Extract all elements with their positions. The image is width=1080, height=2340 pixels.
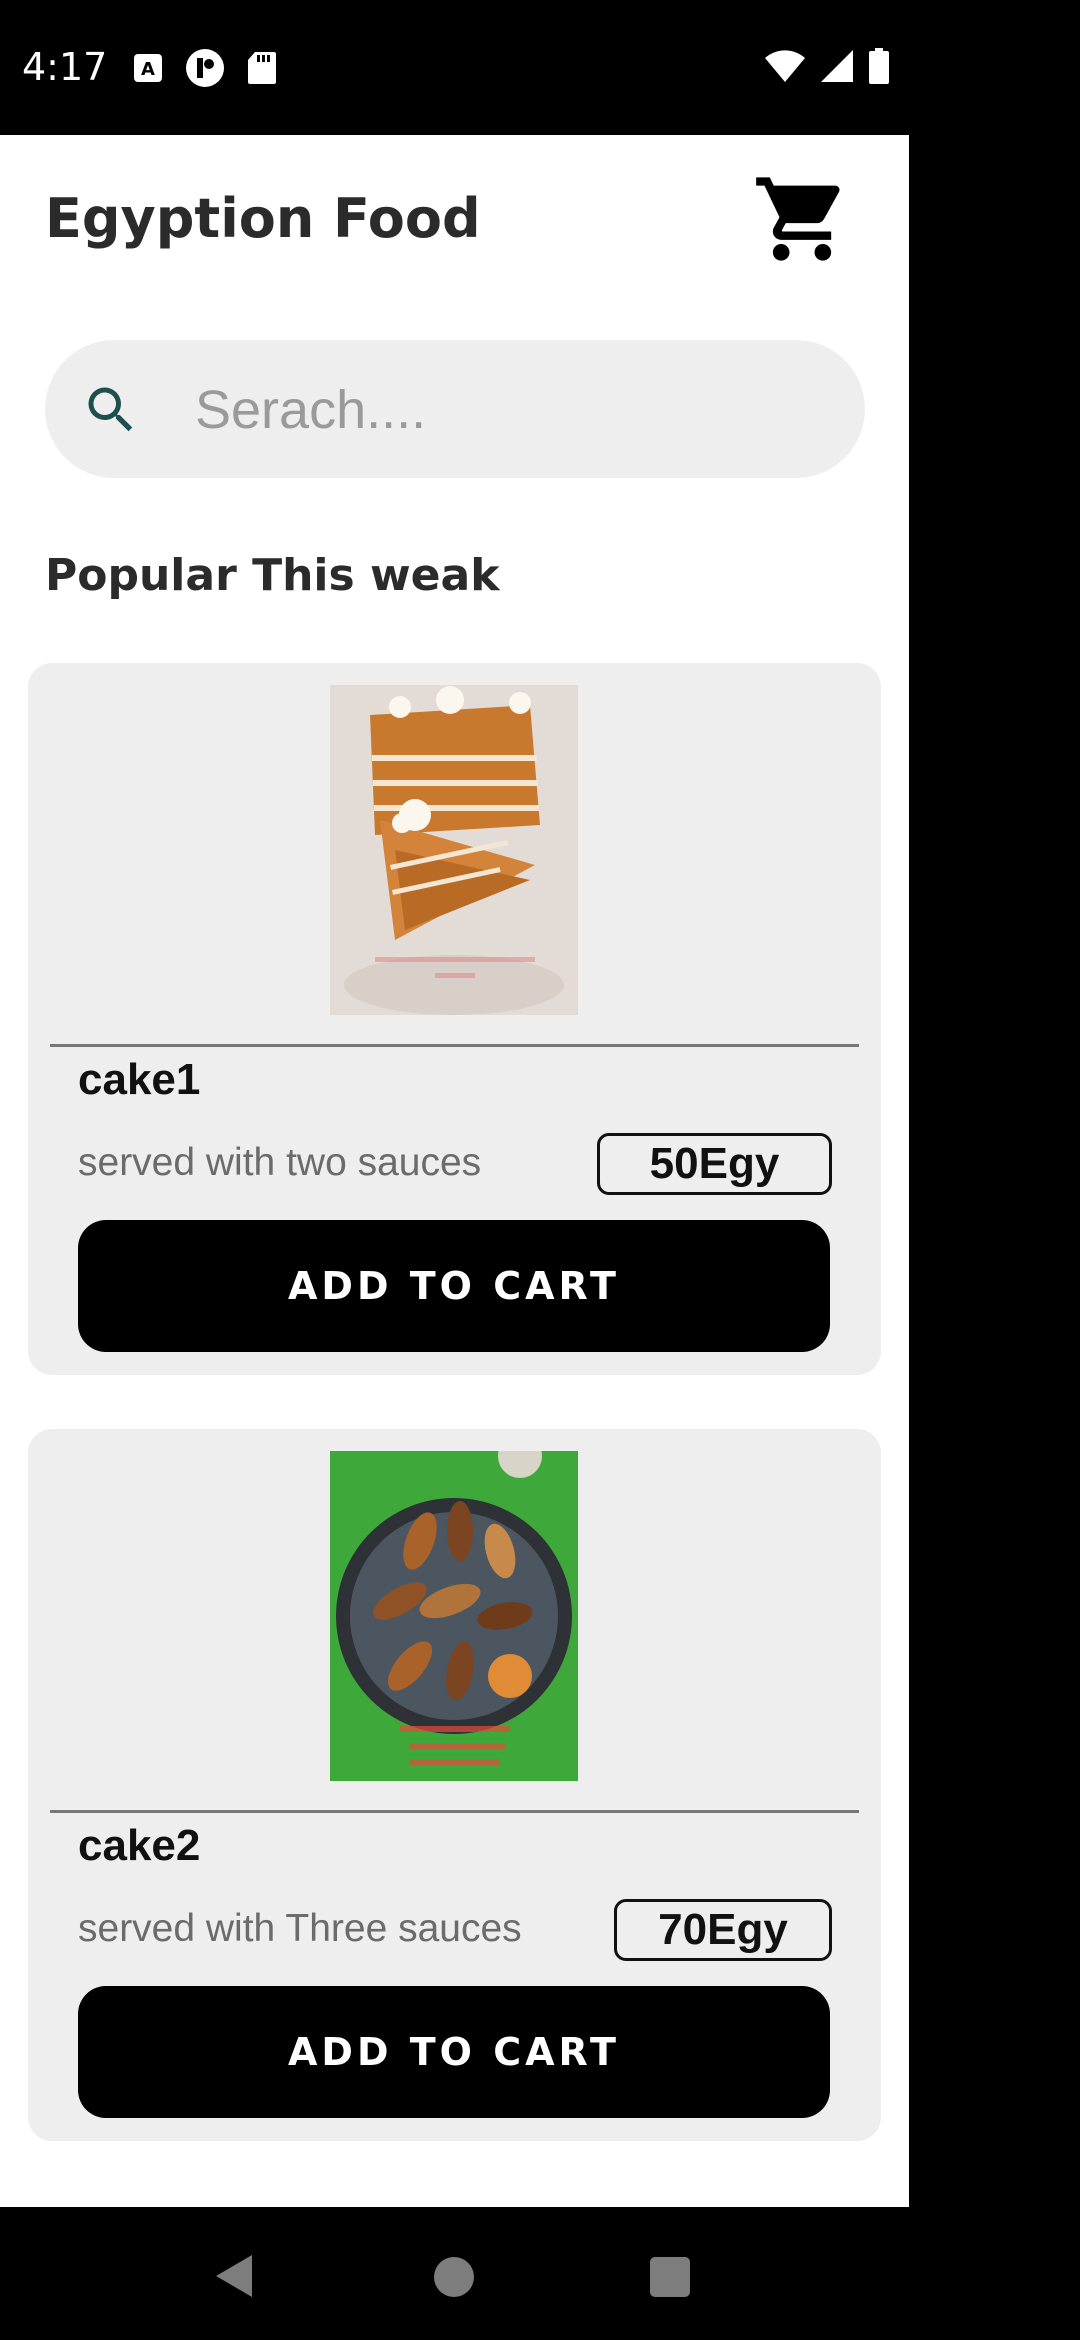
navigation-bar (0, 2207, 1080, 2340)
recents-square-icon[interactable] (650, 2257, 690, 2297)
add-to-cart-button[interactable]: ADD TO CART (78, 1986, 830, 2118)
product-description: served with two sauces (78, 1141, 482, 1184)
price-badge: 70Egy (614, 1899, 832, 1961)
status-left-icons: A (133, 48, 277, 88)
add-to-cart-button[interactable]: ADD TO CART (78, 1220, 830, 1352)
sd-card-icon (248, 52, 276, 84)
product-image (330, 685, 578, 1015)
eclairs-tray-photo (330, 1451, 578, 1781)
price-badge: 50Egy (597, 1133, 832, 1195)
svg-text:A: A (141, 59, 155, 80)
app-screen: Egyption Food Popular This weak (0, 135, 909, 2207)
product-card: cake2 served with Three sauces 70Egy ADD… (28, 1429, 881, 2141)
shopping-cart-icon (756, 177, 840, 261)
status-right-icons (764, 48, 890, 84)
card-divider (50, 1044, 859, 1047)
card-divider (50, 1810, 859, 1813)
app-notification-icon (186, 49, 224, 87)
app-title: Egyption Food (45, 187, 481, 250)
search-bar[interactable] (45, 340, 865, 478)
home-circle-icon[interactable] (434, 2257, 474, 2297)
back-triangle-icon[interactable] (214, 2253, 254, 2299)
product-name: cake1 (78, 1055, 201, 1104)
status-bar: 4:17 A (0, 0, 1080, 135)
search-input[interactable] (193, 370, 837, 450)
product-image (330, 1451, 578, 1781)
section-title: Popular This weak (45, 550, 500, 601)
wifi-icon (765, 50, 805, 82)
signal-icon (821, 50, 853, 82)
a-keyboard-icon: A (134, 54, 162, 82)
product-name: cake2 (78, 1821, 201, 1870)
battery-icon (869, 48, 889, 84)
product-description: served with Three sauces (78, 1907, 522, 1950)
search-icon (88, 387, 133, 432)
product-card: cake1 served with two sauces 50Egy ADD T… (28, 663, 881, 1375)
status-time: 4:17 (22, 45, 108, 89)
cart-button[interactable] (752, 169, 852, 269)
honey-cake-slice-photo (330, 685, 578, 1015)
